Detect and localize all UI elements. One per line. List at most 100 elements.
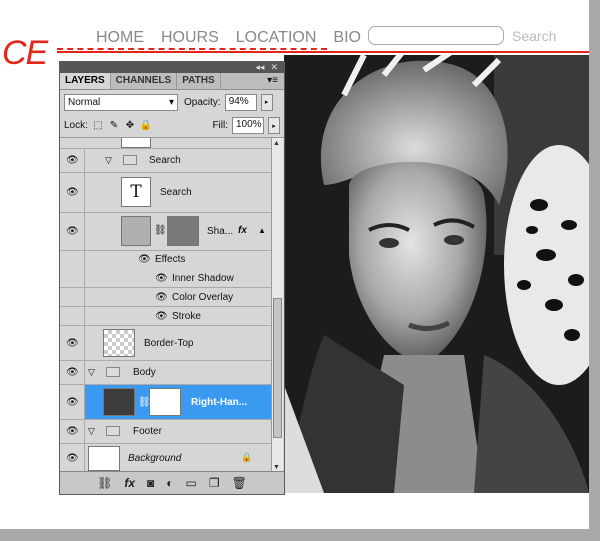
eye-icon[interactable]: 👁 — [66, 397, 79, 408]
folder-icon — [123, 155, 137, 165]
add-style-icon[interactable]: fx — [124, 476, 135, 490]
eye-icon[interactable]: 👁 — [66, 338, 79, 349]
lock-all-icon[interactable]: 🔒 — [140, 120, 152, 132]
close-icon[interactable]: ✕ — [270, 62, 278, 73]
eye-icon[interactable]: 👁 — [138, 254, 151, 265]
nav-location[interactable]: LOCATION — [236, 29, 317, 47]
effects-header: 👁 Effects — [60, 251, 272, 269]
scroll-up-icon[interactable]: ▲ — [273, 140, 280, 147]
layer-row-body-group[interactable]: 👁 ▽ Body — [60, 361, 272, 385]
fill-stepper[interactable]: ▸ — [268, 117, 280, 134]
add-mask-icon[interactable]: ◙ — [147, 476, 154, 490]
layer-row-search-text[interactable]: 👁 T Search — [60, 173, 272, 213]
effect-name: Stroke — [172, 311, 201, 322]
effect-inner-shadow[interactable]: 👁 Inner Shadow — [60, 269, 272, 288]
layer-mask-thumbnail — [149, 388, 181, 416]
lock-transparent-icon[interactable]: ⬚ — [92, 120, 104, 132]
layer-row-border-top[interactable]: 👁 Border-Top — [60, 326, 272, 361]
lock-row: Lock: ⬚ ✎ ✥ 🔒 Fill: 100% ▸ — [60, 114, 284, 138]
fill-field[interactable]: 100% — [232, 117, 264, 134]
layer-row-footer-group[interactable]: 👁 ▽ Footer — [60, 420, 272, 444]
site-logo: CE — [2, 34, 48, 72]
fx-icon[interactable]: fx — [238, 225, 247, 236]
blend-row: Normal ▾ Opacity: 94% ▸ — [60, 90, 284, 114]
layer-name: Body — [133, 367, 156, 378]
tab-channels[interactable]: CHANNELS — [111, 73, 178, 89]
expand-triangle-icon[interactable]: ▽ — [105, 155, 112, 166]
vector-mask-thumbnail — [167, 216, 199, 246]
layer-name: Background — [128, 453, 182, 464]
link-layers-icon[interactable]: ⛓ — [97, 476, 112, 490]
eye-icon[interactable]: 👁 — [155, 292, 168, 303]
folder-icon — [106, 426, 120, 436]
shape-thumbnail — [121, 216, 151, 246]
tab-layers[interactable]: LAYERS — [60, 73, 111, 89]
opacity-stepper[interactable]: ▸ — [260, 93, 273, 111]
collapse-effects-icon[interactable]: ▲ — [258, 226, 266, 235]
effects-label: Effects — [155, 254, 186, 265]
collapse-icon[interactable]: ◂◂ — [255, 62, 264, 73]
eye-icon[interactable]: 👁 — [66, 187, 79, 198]
layer-name: Search — [160, 187, 192, 198]
opacity-label: Opacity: — [184, 96, 221, 108]
lock-paint-icon[interactable]: ✎ — [108, 120, 120, 132]
panel-titlebar: ◂◂ ✕ — [60, 62, 284, 73]
eye-icon[interactable]: 👁 — [66, 226, 79, 237]
nav-bio[interactable]: BIO — [333, 29, 361, 47]
lock-move-icon[interactable]: ✥ — [124, 120, 136, 132]
panel-tabs: LAYERS CHANNELS PATHS ▾≡ — [60, 73, 284, 90]
main-nav: HOME HOURS LOCATION BIO — [96, 29, 361, 47]
blend-mode-select[interactable]: Normal ▾ — [64, 93, 178, 111]
trash-icon[interactable]: 🗑 — [232, 476, 247, 490]
lock-icon: 🔒 — [241, 452, 253, 462]
layer-row-right-hand[interactable]: 👁 ⛓ Right-Han... — [60, 385, 272, 420]
layer-name: Footer — [133, 426, 162, 437]
new-group-icon[interactable]: ▭ — [186, 476, 197, 490]
effect-stroke[interactable]: 👁 Stroke — [60, 307, 272, 326]
opacity-field[interactable]: 94% — [224, 93, 257, 111]
effect-color-overlay[interactable]: 👁 Color Overlay — [60, 288, 272, 307]
new-layer-icon[interactable]: ❐ — [209, 476, 220, 490]
chevron-down-icon: ▾ — [168, 96, 174, 108]
effect-name: Color Overlay — [172, 292, 234, 303]
text-layer-icon: T — [121, 177, 151, 207]
nav-home[interactable]: HOME — [96, 29, 144, 47]
expand-triangle-icon[interactable]: ▽ — [88, 426, 95, 437]
layer-row-background[interactable]: 👁 Background 🔒 — [60, 444, 272, 473]
panel-menu-icon[interactable]: ▾≡ — [267, 75, 278, 86]
layers-scrollbar[interactable]: ▲ ▼ — [271, 138, 283, 473]
blend-mode-value: Normal — [68, 96, 101, 108]
eye-icon[interactable]: 👁 — [66, 155, 79, 166]
tab-paths[interactable]: PATHS — [177, 73, 221, 89]
header-red-dash — [57, 48, 327, 50]
layer-thumbnail — [121, 138, 151, 148]
scroll-down-icon[interactable]: ▼ — [273, 464, 280, 471]
layers-panel: ◂◂ ✕ LAYERS CHANNELS PATHS ▾≡ Normal ▾ O… — [59, 61, 285, 495]
fill-label: Fill: — [212, 120, 228, 131]
transparent-thumbnail — [103, 329, 135, 357]
layer-name: Search — [149, 155, 181, 166]
eye-icon[interactable]: 👁 — [66, 453, 79, 464]
layer-row-search-group[interactable]: 👁 ▽ Search — [60, 149, 272, 173]
panel-bottom-bar: ⛓ fx ◙ ◐ ▭ ❐ 🗑 — [60, 471, 284, 494]
nav-hours[interactable]: HOURS — [161, 29, 219, 47]
scroll-thumb[interactable] — [273, 298, 282, 438]
effect-name: Inner Shadow — [172, 273, 234, 284]
expand-triangle-icon[interactable]: ▽ — [88, 367, 95, 378]
eye-icon[interactable]: 👁 — [155, 273, 168, 284]
layers-list: 👁 ▽ Search 👁 T Search 👁 ⛓ Sha... fx ▲ 👁 — [60, 138, 272, 473]
search-input[interactable] — [368, 26, 504, 45]
layer-name: Right-Han... — [191, 397, 248, 408]
eye-icon[interactable]: 👁 — [155, 311, 168, 322]
background-thumbnail — [88, 446, 120, 471]
adjustment-layer-icon[interactable]: ◐ — [166, 476, 173, 490]
eye-icon[interactable]: 👁 — [66, 426, 79, 437]
layer-row-shape[interactable]: 👁 ⛓ Sha... fx ▲ — [60, 213, 272, 251]
hero-photo — [284, 55, 589, 493]
layer-row-partial — [60, 138, 272, 149]
link-icon: ⛓ — [154, 225, 167, 236]
folder-icon — [106, 367, 120, 377]
layer-name: Sha... — [207, 226, 234, 237]
image-thumbnail — [103, 388, 135, 416]
eye-icon[interactable]: 👁 — [66, 367, 79, 378]
